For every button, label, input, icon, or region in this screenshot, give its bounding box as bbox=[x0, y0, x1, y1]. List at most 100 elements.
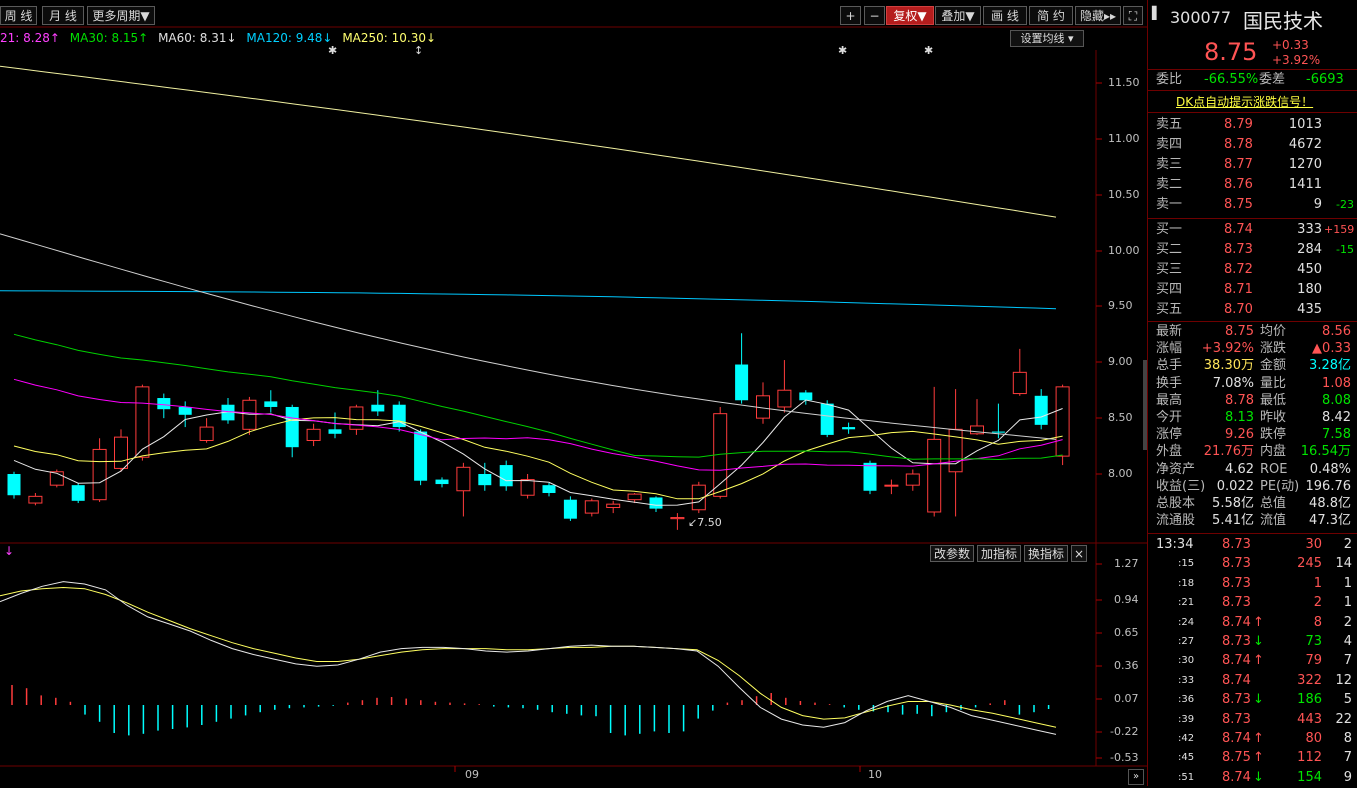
stat-row: 收益(三) 0.022 PE(动) 196.76 bbox=[1148, 478, 1357, 495]
candle-body-up bbox=[1012, 371, 1027, 395]
book-price: 8.77 bbox=[1224, 157, 1253, 172]
weibi-row: 委比 -66.55% 委差 -6693 bbox=[1148, 70, 1357, 90]
candle-body-up bbox=[905, 473, 920, 486]
stat-label: 量比 bbox=[1260, 375, 1287, 391]
candle-body-up bbox=[884, 484, 899, 487]
close-indicator-button[interactable]: × bbox=[1071, 545, 1087, 562]
ask-row: 卖一 8.75 9 -23 bbox=[1148, 195, 1357, 215]
tick-arrow-icon: ↓ bbox=[1253, 692, 1264, 708]
candle-body-down bbox=[542, 485, 556, 493]
bid-row: 买四 8.71 180 bbox=[1148, 280, 1357, 300]
ask-row: 卖二 8.76 1411 bbox=[1148, 175, 1357, 195]
tick-arrow-icon: ↑ bbox=[1253, 731, 1264, 746]
price-chart-svg[interactable] bbox=[0, 0, 1147, 786]
tick-row[interactable]: :30 8.74 ↑ 79 7 bbox=[1148, 651, 1357, 671]
tick-row[interactable]: :45 8.75 ↑ 112 7 bbox=[1148, 748, 1357, 768]
book-label: 卖五 bbox=[1156, 117, 1183, 132]
switch-indicator-button[interactable]: 换指标 bbox=[1024, 545, 1068, 562]
tick-time: :30 bbox=[1178, 655, 1195, 667]
price-change-pct: +3.92% bbox=[1272, 53, 1321, 67]
tick-volume: 80 bbox=[1305, 731, 1322, 746]
tick-row[interactable]: :24 8.74 ↑ 8 2 bbox=[1148, 613, 1357, 633]
stat-row: 最高 8.78 最低 8.08 bbox=[1148, 392, 1357, 409]
tick-arrow-icon: ↑ bbox=[1253, 653, 1264, 669]
tick-time: :18 bbox=[1178, 577, 1195, 589]
last-price: 8.75 bbox=[1204, 38, 1258, 66]
quote-panel: ▌ 300077 国民技术 8.75 +0.33 +3.92% 委比 -66.5… bbox=[1147, 0, 1357, 786]
book-price: 8.76 bbox=[1224, 177, 1253, 192]
tick-time: :42 bbox=[1178, 733, 1195, 744]
book-label: 卖三 bbox=[1156, 157, 1183, 172]
tick-row[interactable]: 13:34 8.73 30 2 bbox=[1148, 535, 1357, 555]
weibi-value: -66.55% bbox=[1204, 72, 1259, 87]
low-price-label: ↙7.50 bbox=[688, 516, 722, 529]
tick-row[interactable]: :21 8.73 2 1 bbox=[1148, 593, 1357, 613]
ma30-line bbox=[13, 333, 1063, 461]
macd-tick: -0.22 bbox=[1110, 725, 1139, 738]
stat-value: 8.75 bbox=[1225, 324, 1254, 339]
ask-row: 卖四 8.78 4672 bbox=[1148, 135, 1357, 155]
stat-value: 4.62 bbox=[1225, 461, 1254, 477]
book-volume: 4672 bbox=[1288, 137, 1322, 152]
tick-row[interactable]: :33 8.74 322 12 bbox=[1148, 671, 1357, 691]
book-volume: 284 bbox=[1297, 242, 1322, 257]
add-indicator-button[interactable]: 加指标 bbox=[977, 545, 1021, 562]
book-volume: 450 bbox=[1297, 262, 1322, 277]
tick-count: 22 bbox=[1335, 711, 1352, 727]
book-volume: 1411 bbox=[1288, 177, 1322, 192]
candle-body-down bbox=[328, 429, 342, 434]
stat-label: 换手 bbox=[1156, 375, 1183, 391]
stat-value: 5.41亿 bbox=[1212, 513, 1254, 529]
tick-time: :27 bbox=[1178, 636, 1195, 647]
tick-row[interactable]: :15 8.73 245 14 bbox=[1148, 554, 1357, 574]
tick-row[interactable]: :36 8.73 ↓ 186 5 bbox=[1148, 690, 1357, 710]
book-change: +159 bbox=[1324, 223, 1355, 236]
book-label: 买一 bbox=[1156, 222, 1183, 237]
price-tick: 9.00 bbox=[1108, 355, 1133, 368]
stat-value: 5.58亿 bbox=[1212, 496, 1254, 511]
book-volume: 435 bbox=[1297, 302, 1322, 317]
stat-row: 今开 8.13 昨收 8.42 bbox=[1148, 409, 1357, 426]
signal-banner-link[interactable]: DK点自动提示涨跌信号！ bbox=[1176, 93, 1313, 110]
tick-volume: 1 bbox=[1313, 575, 1322, 591]
tick-count: 7 bbox=[1343, 653, 1352, 669]
book-label: 买三 bbox=[1156, 262, 1183, 277]
tick-arrow-icon: ↓ bbox=[1253, 769, 1264, 785]
tick-price: 8.74 bbox=[1222, 653, 1251, 669]
low-arrow-icon: ↙ bbox=[688, 516, 698, 529]
candle-body-down bbox=[414, 431, 428, 481]
ask-row: 卖三 8.77 1270 bbox=[1148, 155, 1357, 175]
stock-code: 300077 bbox=[1170, 8, 1232, 27]
edit-params-button[interactable]: 改参数 bbox=[930, 545, 974, 562]
weibi-label: 委比 bbox=[1156, 72, 1183, 87]
tick-price: 8.73 bbox=[1222, 634, 1251, 649]
scroll-right-button[interactable]: » bbox=[1128, 769, 1144, 785]
book-price: 8.70 bbox=[1224, 302, 1253, 317]
book-price: 8.78 bbox=[1224, 137, 1253, 152]
tick-row[interactable]: :27 8.73 ↓ 73 4 bbox=[1148, 632, 1357, 652]
tick-count: 2 bbox=[1343, 614, 1352, 630]
stat-value: 8.78 bbox=[1225, 392, 1254, 408]
stat-label: 净资产 bbox=[1156, 461, 1196, 477]
stat-label: ROE bbox=[1260, 461, 1288, 477]
kline-chart-panel: 周 线 月 线 更多周期▼ + − 复权▼ 叠加▼ 画 线 简 约 隐藏▸▸ ⛶… bbox=[0, 0, 1147, 786]
tick-row[interactable]: :51 8.74 ↓ 154 9 bbox=[1148, 768, 1357, 788]
stat-value: 1.08 bbox=[1322, 375, 1351, 391]
stat-value: 47.3亿 bbox=[1309, 513, 1351, 529]
candle-body-down bbox=[863, 462, 877, 491]
tick-volume: 154 bbox=[1297, 769, 1322, 785]
stat-row: 涨幅 +3.92% 涨跌 ▲0.33 bbox=[1148, 340, 1357, 357]
candle-body-up bbox=[28, 495, 43, 504]
tick-price: 8.73 bbox=[1222, 556, 1251, 572]
menu-icon[interactable]: ▌ bbox=[1152, 6, 1161, 20]
tick-row[interactable]: :42 8.74 ↑ 80 8 bbox=[1148, 729, 1357, 749]
x-axis-label: 09 bbox=[465, 768, 479, 781]
tick-row[interactable]: :39 8.73 443 22 bbox=[1148, 710, 1357, 730]
candle-body-down bbox=[435, 479, 449, 485]
book-label: 卖二 bbox=[1156, 177, 1183, 192]
bid-row: 买五 8.70 435 bbox=[1148, 300, 1357, 320]
candle-body-up bbox=[199, 426, 214, 441]
book-volume: 9 bbox=[1313, 197, 1322, 212]
macd-tick: 0.65 bbox=[1114, 626, 1139, 639]
tick-row[interactable]: :18 8.73 1 1 bbox=[1148, 574, 1357, 594]
